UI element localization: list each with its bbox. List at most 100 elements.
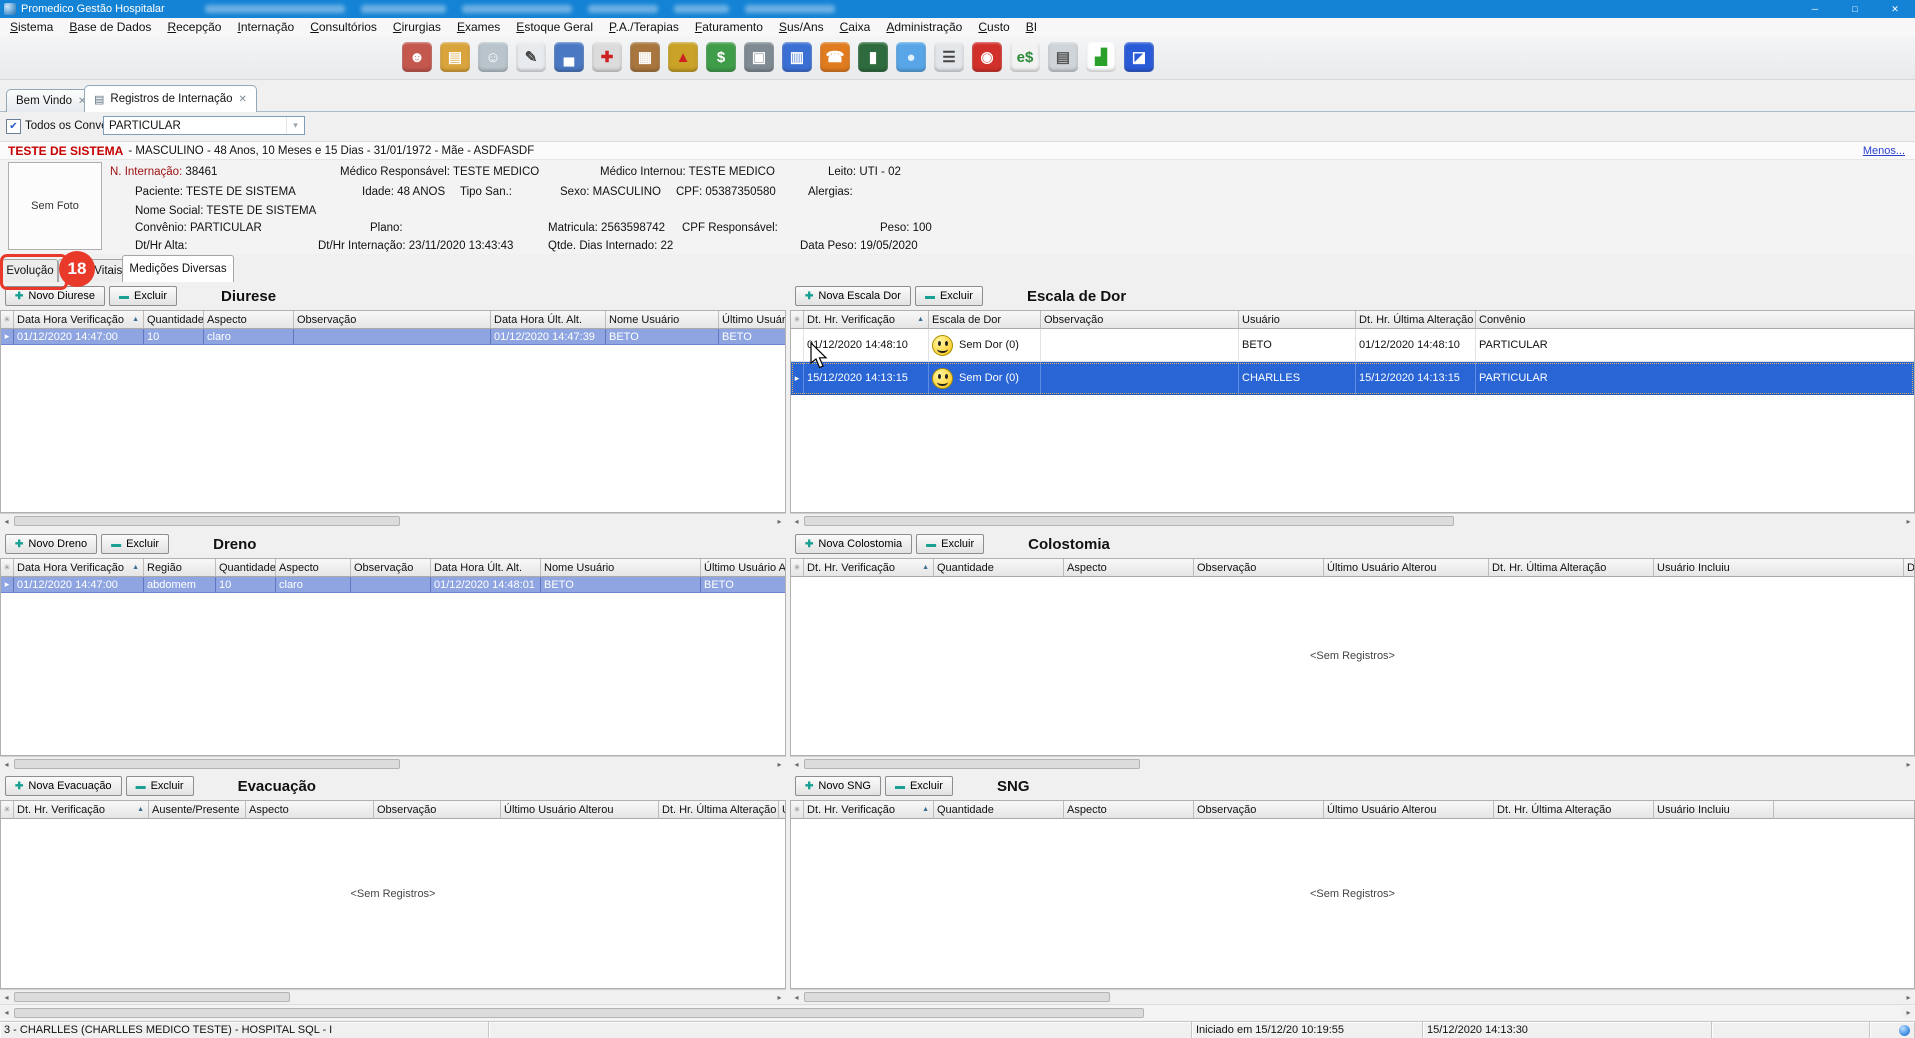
scrollbar-thumb[interactable] — [804, 516, 1454, 526]
colostomia-new-button[interactable]: ✚Nova Colostomia — [795, 534, 912, 554]
todos-convenios-checkbox[interactable]: ✔ — [6, 119, 21, 134]
scroll-right-icon[interactable]: ▸ — [773, 515, 786, 527]
esocial-icon[interactable]: e$ — [1010, 42, 1040, 72]
scroll-right-icon[interactable]: ▸ — [1902, 758, 1915, 770]
escala-col-observac-a-o[interactable]: Observação — [1041, 311, 1239, 329]
scroll-left-icon[interactable]: ◂ — [790, 758, 803, 770]
menu-item-custo[interactable]: Custo — [970, 20, 1017, 34]
diurese-col-quantidade[interactable]: Quantidade — [144, 311, 204, 329]
menu-item-recepc-a-o[interactable]: Recepção — [159, 20, 229, 34]
diurese-col-aspecto[interactable]: Aspecto — [204, 311, 294, 329]
grid-options-icon[interactable]: ✳ — [1, 801, 14, 819]
scroll-left-icon[interactable]: ◂ — [0, 991, 13, 1003]
escala-horizontal-scrollbar[interactable]: ◂▸ — [790, 513, 1915, 527]
scroll-left-icon[interactable]: ◂ — [790, 515, 803, 527]
evacuacao-col-u-ltimo-usua-rio-alterou[interactable]: Último Usuário Alterou — [501, 801, 659, 819]
menu-item-base-de-dados[interactable]: Base de Dados — [61, 20, 159, 34]
escala-col-dt-hr-verificac-a-o[interactable]: Dt. Hr. Verificação▲ — [804, 311, 929, 329]
escala-col-dt-hr-u-ltima-alterac-a-o[interactable]: Dt. Hr. Última Alteração — [1356, 311, 1476, 329]
dreno-delete-button[interactable]: ▬Excluir — [101, 534, 169, 554]
grid-options-icon[interactable]: ✳ — [791, 311, 804, 329]
colostomia-col-observac-a-o[interactable]: Observação — [1194, 559, 1324, 577]
dreno-row-0[interactable]: ▸01/12/2020 14:47:00abdomem10claro01/12/… — [1, 577, 785, 593]
scrollbar-thumb[interactable] — [804, 759, 1140, 769]
sng-col-u-ltimo-usua-rio-alterou[interactable]: Último Usuário Alterou — [1324, 801, 1494, 819]
ledger-icon[interactable]: ▮ — [858, 42, 888, 72]
diurese-col-data-hora-u-lt-alt[interactable]: Data Hora Últ. Alt. — [491, 311, 606, 329]
menu-item-estoque-geral[interactable]: Estoque Geral — [508, 20, 601, 34]
menu-item-sus-ans[interactable]: Sus/Ans — [771, 20, 832, 34]
minimize-button[interactable]: ─ — [1795, 0, 1835, 18]
billing-icon[interactable]: ▲ — [668, 42, 698, 72]
sng-col-observac-a-o[interactable]: Observação — [1194, 801, 1324, 819]
diurese-col-data-hora-verificac-a-o[interactable]: Data Hora Verificação▲ — [14, 311, 144, 329]
sng-col-dt-hr-verificac-a-o[interactable]: Dt. Hr. Verificação▲ — [804, 801, 934, 819]
scroll-right-icon[interactable]: ▸ — [1902, 1006, 1915, 1018]
dreno-horizontal-scrollbar[interactable]: ◂▸ — [0, 756, 786, 770]
menu-item-administrac-a-o[interactable]: Administração — [878, 20, 970, 34]
evacuacao-horizontal-scrollbar[interactable]: ◂▸ — [0, 989, 786, 1003]
patients-icon[interactable]: ☻ — [402, 42, 432, 72]
diurese-col-u-ltimo-usua-rio-alterou[interactable]: Último Usuário Alterou — [719, 311, 786, 329]
menu-item-bi[interactable]: BI — [1018, 20, 1045, 34]
escala-delete-button[interactable]: ▬Excluir — [915, 286, 983, 306]
sng-col-quantidade[interactable]: Quantidade — [934, 801, 1064, 819]
scroll-left-icon[interactable]: ◂ — [0, 1006, 13, 1018]
menu-item-cirurgias[interactable]: Cirurgias — [385, 20, 449, 34]
close-tab-icon[interactable]: ✕ — [239, 94, 247, 105]
sng-horizontal-scrollbar[interactable]: ◂▸ — [790, 989, 1915, 1003]
colostomia-delete-button[interactable]: ▬Excluir — [916, 534, 984, 554]
menu-item-internac-a-o[interactable]: Internação — [229, 20, 302, 34]
dreno-col-aspecto[interactable]: Aspecto — [276, 559, 351, 577]
dreno-new-button[interactable]: ✚Novo Dreno — [5, 534, 97, 554]
tab-registros-de-internacao[interactable]: ▤ Registros de Internação ✕ — [84, 85, 257, 112]
scroll-right-icon[interactable]: ▸ — [1902, 515, 1915, 527]
evacuacao-delete-button[interactable]: ▬Excluir — [126, 776, 194, 796]
ambulance-icon[interactable]: ✚ — [592, 42, 622, 72]
convenio-select[interactable]: PARTICULAR ▾ — [103, 116, 305, 135]
prescription-icon[interactable]: ✎ — [516, 42, 546, 72]
power-icon[interactable]: ◉ — [972, 42, 1002, 72]
scrollbar-thumb[interactable] — [804, 992, 1110, 1002]
diurese-horizontal-scrollbar[interactable]: ◂▸ — [0, 513, 786, 527]
grid-options-icon[interactable]: ✳ — [791, 801, 804, 819]
report-icon[interactable]: ☰ — [934, 42, 964, 72]
sng-col-dt-hr-u-ltima-alterac-a-o[interactable]: Dt. Hr. Última Alteração — [1494, 801, 1654, 819]
safe-icon[interactable]: ▣ — [744, 42, 774, 72]
menu-item-exames[interactable]: Exames — [449, 20, 508, 34]
colostomia-horizontal-scrollbar[interactable]: ◂▸ — [790, 756, 1915, 770]
diurese-col-nome-usua-rio[interactable]: Nome Usuário — [606, 311, 719, 329]
colostomia-col-dt-hr-verificac-a-o[interactable]: Dt. Hr. Verificação▲ — [804, 559, 934, 577]
documents-icon[interactable]: ▤ — [1048, 42, 1078, 72]
close-button[interactable]: ✕ — [1875, 0, 1915, 18]
scrollbar-thumb[interactable] — [14, 1008, 1144, 1018]
colostomia-col-u-ltimo-usua-rio-alterou[interactable]: Último Usuário Alterou — [1324, 559, 1489, 577]
menu-item-faturamento[interactable]: Faturamento — [687, 20, 771, 34]
escala-col-usua-rio[interactable]: Usuário — [1239, 311, 1356, 329]
colostomia-col-dt-hr-u-ltima-alterac-a-o[interactable]: Dt. Hr. Última Alteração — [1489, 559, 1654, 577]
evacuacao-col-aspecto[interactable]: Aspecto — [246, 801, 374, 819]
sng-col-usua-rio-incluiu[interactable]: Usuário Incluiu — [1654, 801, 1774, 819]
escala-col-conve-nio[interactable]: Convênio — [1476, 311, 1915, 329]
diurese-col-observac-a-o[interactable]: Observação — [294, 311, 491, 329]
scroll-left-icon[interactable]: ◂ — [0, 515, 13, 527]
sng-col-x[interactable] — [1774, 801, 1915, 819]
menu-item-caixa[interactable]: Caixa — [832, 20, 879, 34]
scrollbar-thumb[interactable] — [14, 516, 400, 526]
evacuacao-col-observac-a-o[interactable]: Observação — [374, 801, 501, 819]
escala-row-1[interactable]: ▸15/12/2020 14:13:15Sem Dor (0)CHARLLES1… — [791, 362, 1914, 395]
grid-options-icon[interactable]: ✳ — [1, 311, 14, 329]
chevron-down-icon[interactable]: ▾ — [286, 117, 304, 134]
evacuacao-col-ausente-presente[interactable]: Ausente/Presente — [149, 801, 246, 819]
colostomia-col-quantidade[interactable]: Quantidade — [934, 559, 1064, 577]
sng-delete-button[interactable]: ▬Excluir — [885, 776, 953, 796]
bi-icon[interactable]: ◪ — [1124, 42, 1154, 72]
grid-options-icon[interactable]: ✳ — [1, 559, 14, 577]
sng-col-aspecto[interactable]: Aspecto — [1064, 801, 1194, 819]
menu-item-consulto-rios[interactable]: Consultórios — [302, 20, 385, 34]
scrollbar-thumb[interactable] — [14, 992, 290, 1002]
dreno-col-nome-usua-rio[interactable]: Nome Usuário — [541, 559, 701, 577]
menu-item-p-a-terapias[interactable]: P.A./Terapias — [601, 20, 687, 34]
scroll-right-icon[interactable]: ▸ — [773, 991, 786, 1003]
menu-item-sistema[interactable]: Sistema — [2, 20, 61, 34]
